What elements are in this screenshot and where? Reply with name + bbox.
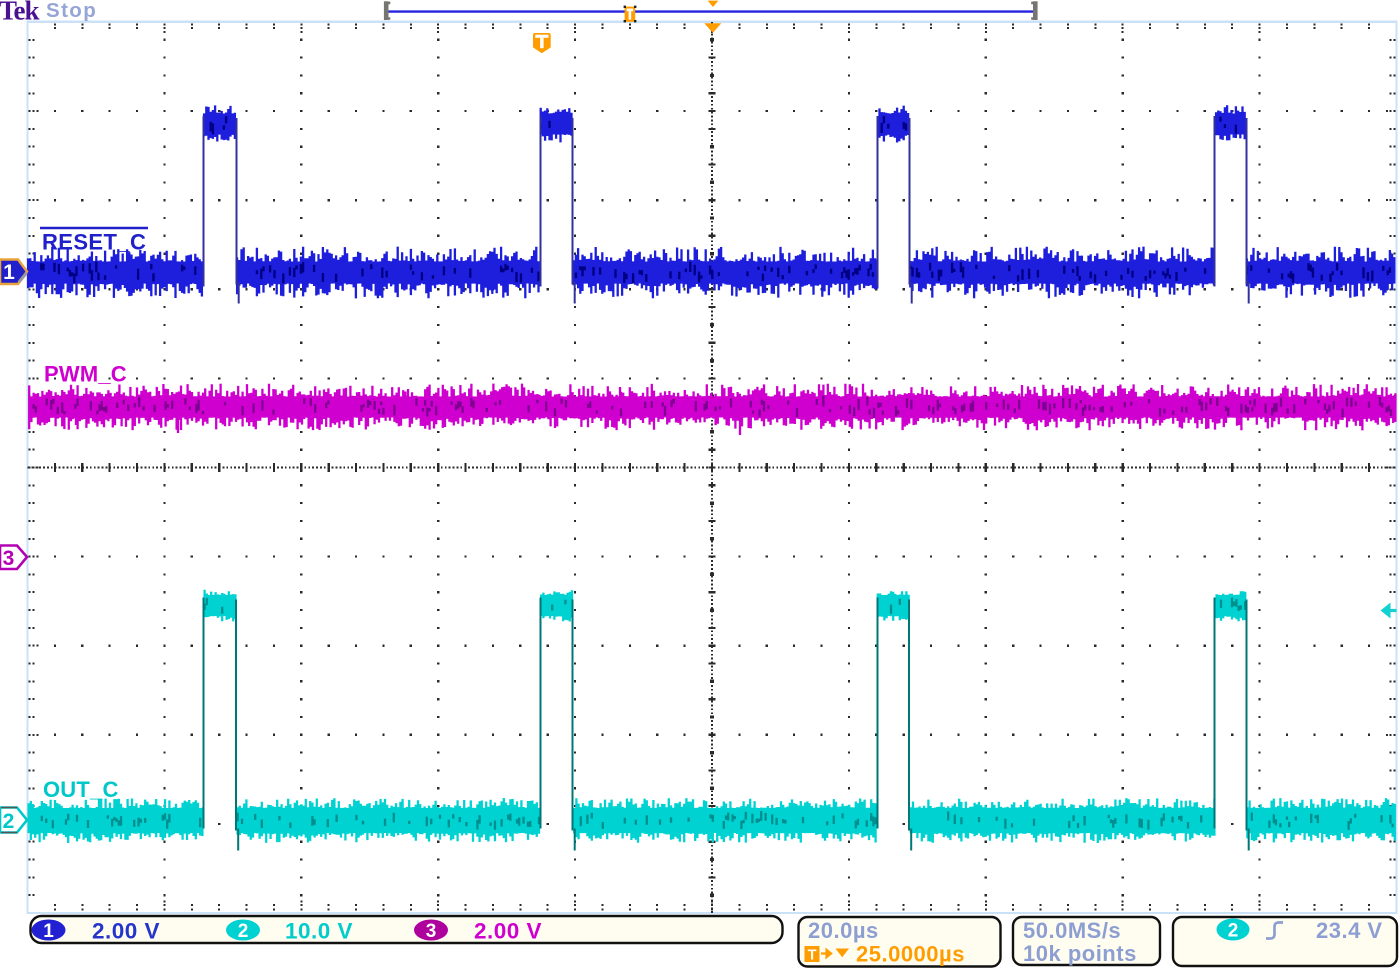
svg-text:3: 3 (426, 921, 437, 942)
svg-text:23.4 V: 23.4 V (1316, 918, 1383, 943)
svg-text:OUT_C: OUT_C (43, 777, 119, 802)
svg-text:3: 3 (3, 547, 15, 570)
svg-text:T: T (808, 948, 817, 964)
svg-text:RESET_C: RESET_C (42, 230, 146, 255)
svg-text:1: 1 (43, 921, 54, 942)
svg-text:2.00 V: 2.00 V (474, 919, 542, 944)
svg-text:2: 2 (3, 810, 15, 833)
svg-text:20.0µs: 20.0µs (808, 918, 879, 943)
svg-text:PWM_C: PWM_C (44, 362, 127, 387)
svg-text:2.00 V: 2.00 V (92, 919, 160, 944)
svg-text:2: 2 (238, 921, 249, 942)
svg-text:Stop: Stop (46, 0, 97, 22)
svg-text:10k points: 10k points (1023, 941, 1137, 966)
svg-text:25.0000µs: 25.0000µs (856, 942, 965, 967)
svg-text:10.0 V: 10.0 V (285, 919, 353, 944)
svg-text:1: 1 (3, 261, 15, 284)
svg-text:2: 2 (1228, 921, 1239, 942)
svg-text:50.0MS/s: 50.0MS/s (1023, 918, 1121, 943)
svg-text:Tek: Tek (0, 0, 40, 26)
